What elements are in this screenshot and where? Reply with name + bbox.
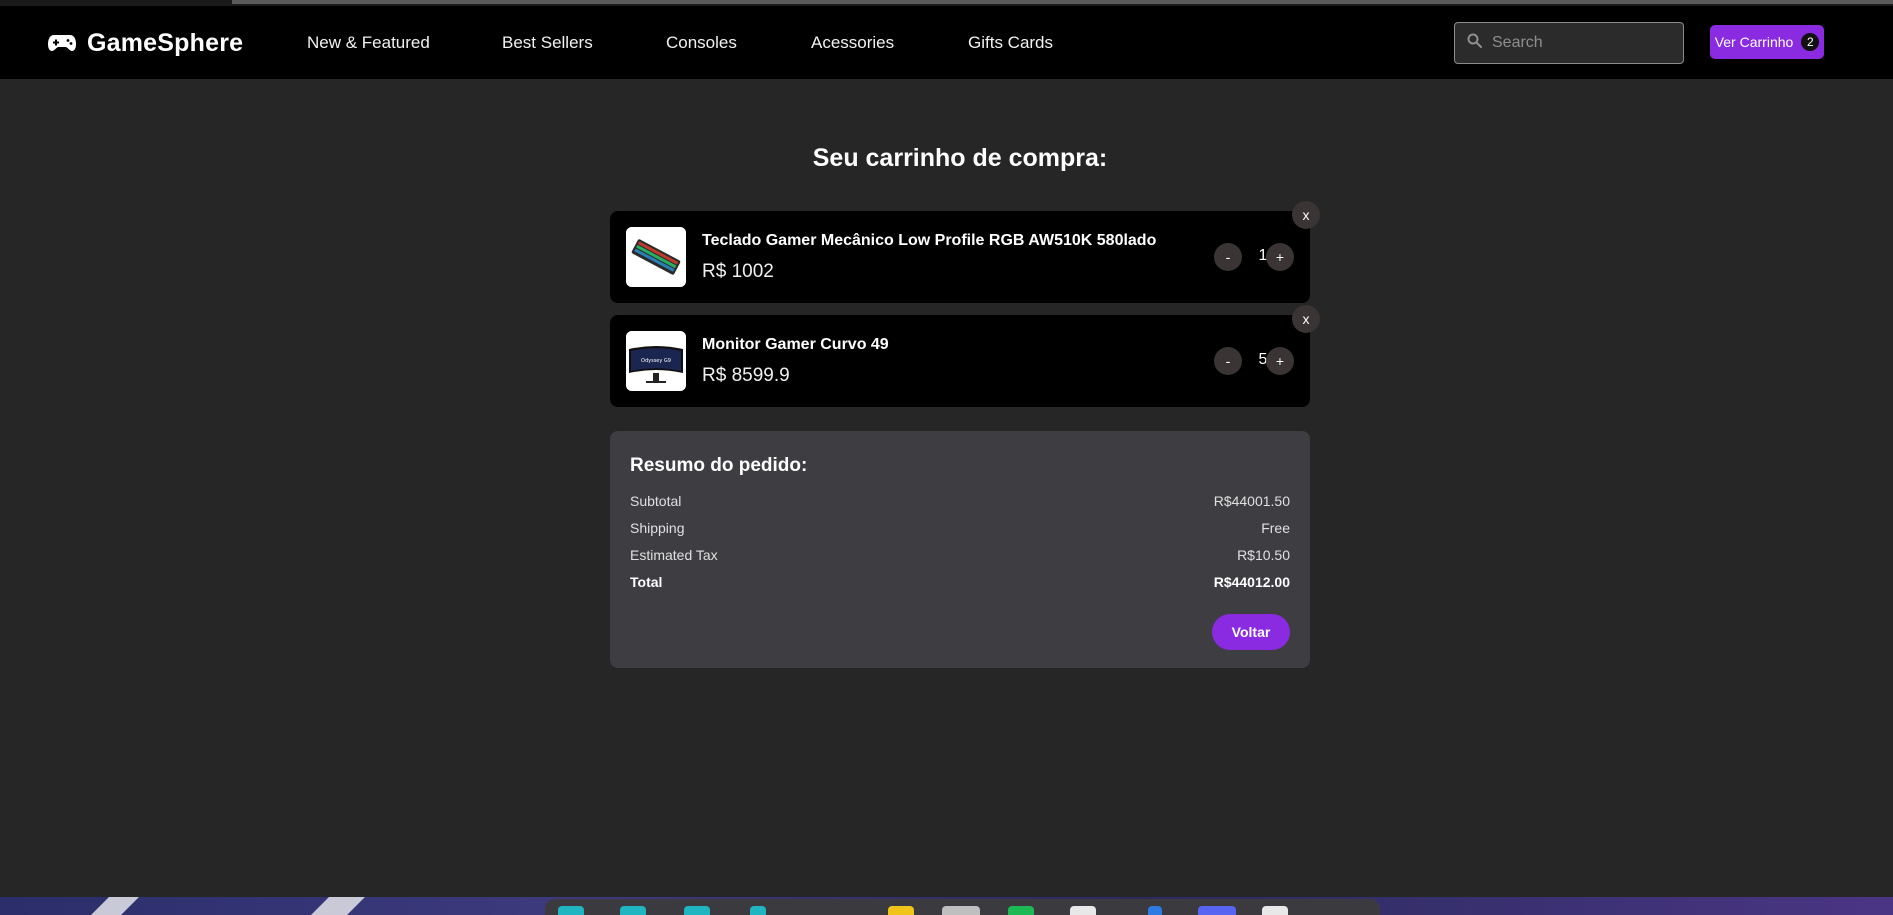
increment-button[interactable]: + — [1266, 347, 1294, 375]
summary-title: Resumo do pedido: — [630, 455, 808, 476]
back-button[interactable]: Voltar — [1212, 614, 1290, 650]
item-price: R$ 8599.9 — [702, 365, 790, 386]
summary-label: Estimated Tax — [630, 547, 718, 563]
summary-row-subtotal: Subtotal R$44001.50 — [630, 493, 1290, 509]
item-name[interactable]: Teclado Gamer Mecânico Low Profile RGB A… — [702, 232, 1156, 250]
brand-logo[interactable]: GameSphere — [47, 27, 243, 59]
summary-value: R$44012.00 — [1213, 574, 1290, 590]
nav-link-consoles[interactable]: Consoles — [666, 33, 737, 53]
browser-progress-bar — [232, 0, 1893, 4]
item-price: R$ 1002 — [702, 261, 774, 282]
search-box — [1454, 22, 1684, 64]
summary-row-total: Total R$44012.00 — [630, 574, 1290, 590]
view-cart-label: Ver Carrinho — [1714, 34, 1794, 50]
summary-row-shipping: Shipping Free — [630, 520, 1290, 536]
nav-link-gift-cards[interactable]: Gifts Cards — [968, 33, 1053, 53]
brand-name: GameSphere — [87, 28, 244, 57]
gamepad-icon — [47, 34, 77, 52]
summary-value: Free — [1261, 520, 1290, 536]
cart-item: Odyssey G9 Monitor Gamer Curvo 49 R$ 859… — [610, 305, 1320, 407]
dock-app-icon[interactable] — [942, 906, 980, 915]
remove-item-button[interactable]: x — [1292, 305, 1320, 333]
main-nav: New & Featured Best Sellers Consoles Ace… — [307, 33, 1053, 53]
dock-app-icon[interactable] — [558, 906, 584, 915]
search-icon — [1467, 33, 1482, 53]
dock-app-icon[interactable] — [684, 906, 710, 915]
nav-link-new-featured[interactable]: New & Featured — [307, 33, 430, 53]
increment-button[interactable]: + — [1266, 243, 1294, 271]
cart-item: Teclado Gamer Mecânico Low Profile RGB A… — [610, 201, 1320, 303]
dock-app-icon[interactable] — [1148, 906, 1162, 915]
nav-link-accessories[interactable]: Acessories — [811, 33, 894, 53]
summary-label: Total — [630, 574, 663, 590]
decrement-button[interactable]: - — [1214, 347, 1242, 375]
dock-app-icon[interactable] — [620, 906, 646, 915]
dock-app-icon[interactable] — [1070, 906, 1096, 915]
remove-item-button[interactable]: x — [1292, 201, 1320, 229]
view-cart-button[interactable]: Ver Carrinho 2 — [1710, 25, 1824, 59]
dock-app-icon[interactable] — [1008, 906, 1034, 915]
item-name[interactable]: Monitor Gamer Curvo 49 — [702, 336, 889, 354]
dock-app-icon[interactable] — [750, 906, 766, 915]
search-input[interactable] — [1492, 34, 1672, 52]
svg-text:Odyssey G9: Odyssey G9 — [641, 358, 671, 364]
cart-count-badge: 2 — [1801, 33, 1820, 51]
summary-row-tax: Estimated Tax R$10.50 — [630, 547, 1290, 563]
dock-app-icon[interactable] — [888, 906, 914, 915]
dock-app-icon[interactable] — [1262, 906, 1288, 915]
navbar: GameSphere New & Featured Best Sellers C… — [0, 6, 1893, 79]
page-title: Seu carrinho de compra: — [812, 144, 1108, 172]
monitor-image[interactable]: Odyssey G9 — [626, 331, 686, 391]
summary-value: R$44001.50 — [1213, 493, 1290, 509]
summary-label: Shipping — [630, 520, 685, 536]
decrement-button[interactable]: - — [1214, 243, 1242, 271]
order-summary: Resumo do pedido: Subtotal R$44001.50 Sh… — [610, 431, 1310, 668]
summary-value: R$10.50 — [1237, 547, 1290, 563]
keyboard-image[interactable] — [626, 227, 686, 287]
summary-label: Subtotal — [630, 493, 682, 509]
nav-link-best-sellers[interactable]: Best Sellers — [502, 33, 593, 53]
dock-app-icon[interactable] — [1198, 906, 1236, 915]
